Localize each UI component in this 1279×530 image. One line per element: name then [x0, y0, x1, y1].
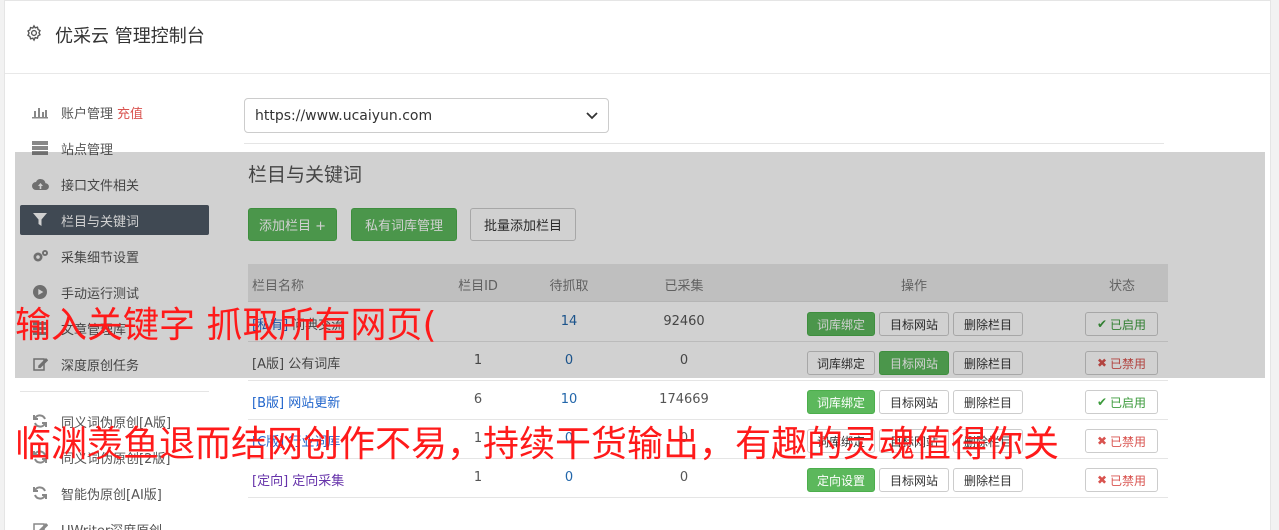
sidebar-item-ai-original[interactable]: 智能伪原创[AI版] — [20, 478, 209, 508]
gear-icon — [27, 24, 41, 42]
status-toggle[interactable]: ✖ 已禁用 — [1085, 429, 1158, 453]
overlay-caption-1: 输入关键字 抓取所有网页( — [15, 305, 437, 346]
status-toggle[interactable]: ✖ 已禁用 — [1085, 468, 1158, 492]
sidebar-item-label: 智能伪原创[AI版] — [61, 487, 162, 503]
sidebar-item-uwriter[interactable]: UWriter深度原创 — [20, 514, 209, 530]
site-select[interactable]: https://www.ucaiyun.com — [244, 98, 609, 133]
bar-chart-icon — [31, 104, 49, 120]
delete-column-button[interactable]: 删除栏目 — [953, 390, 1023, 414]
cross-icon: ✖ — [1096, 434, 1108, 448]
sidebar-item-label: 账户管理 — [61, 106, 114, 122]
row-pending: 0 — [564, 470, 574, 485]
sidebar-item-label: UWriter深度原创 — [61, 520, 162, 530]
refresh-icon — [31, 485, 49, 501]
target-site-button[interactable]: 目标网站 — [879, 468, 949, 492]
check-icon: ✔ — [1096, 395, 1108, 409]
edit-icon — [31, 521, 49, 530]
recharge-link[interactable]: 充值 — [117, 103, 143, 122]
row-collected: 174669 — [659, 392, 709, 407]
bind-lexicon-button[interactable]: 词库绑定 — [807, 390, 875, 414]
row-collected: 0 — [679, 470, 689, 485]
sidebar-divider — [20, 391, 209, 392]
page-header: 优采云 管理控制台 — [5, 1, 1270, 74]
row-id: 1 — [473, 470, 483, 485]
chevron-down-icon — [586, 110, 598, 122]
row-title: 定向采集 — [292, 474, 345, 489]
row-name[interactable]: [定向] 定向采集 — [252, 470, 344, 489]
sidebar-item-account[interactable]: 账户管理 充值 — [20, 97, 209, 127]
direct-settings-button[interactable]: 定向设置 — [807, 468, 875, 492]
delete-column-button[interactable]: 删除栏目 — [953, 468, 1023, 492]
row-tag: [B版] — [252, 396, 285, 411]
divider — [244, 143, 1164, 144]
page-title: 优采云 管理控制台 — [55, 26, 205, 47]
overlay-caption-2: 临渊羡鱼退而结网创作不易，持续干货输出，有趣的灵魂值得你关 — [15, 424, 1060, 465]
row-id: 6 — [473, 392, 483, 407]
target-site-button[interactable]: 目标网站 — [879, 390, 949, 414]
row-pending: 10 — [560, 392, 578, 407]
site-select-value: https://www.ucaiyun.com — [255, 107, 433, 124]
row-tag: [定向] — [252, 474, 289, 489]
row-name[interactable]: [B版] 网站更新 — [252, 392, 340, 411]
status-toggle[interactable]: ✔ 已启用 — [1085, 390, 1158, 414]
cross-icon: ✖ — [1096, 473, 1108, 487]
row-title: 网站更新 — [288, 396, 341, 411]
